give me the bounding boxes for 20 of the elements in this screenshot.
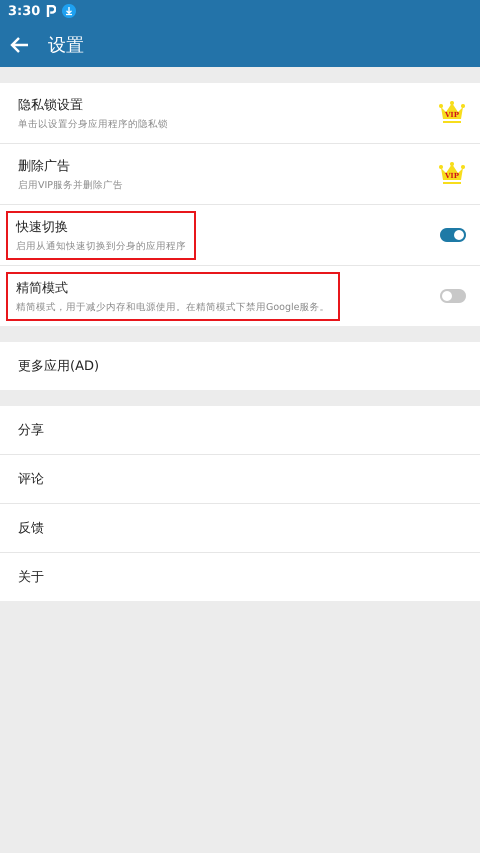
menu-item[interactable]: 更多应用(AD) [18,357,100,375]
setting-description: 单击以设置分身应用程序的隐私锁 [18,118,168,130]
status-time: 3:30 [8,4,40,18]
download-icon [62,4,76,18]
menu-item[interactable]: 分享 [18,421,44,439]
setting-description: 启用从通知快速切换到分身的应用程序 [16,240,186,252]
setting-title: 删除广告 [18,158,71,174]
parking-icon [46,5,56,17]
menu-item[interactable]: 评论 [18,470,44,488]
setting-description: 精简模式，用于减少内存和电源使用。在精简模式下禁用Google服务。 [16,300,330,314]
setting-title: 快速切换 [16,218,69,236]
page-title: 设置 [48,34,84,56]
setting-description: 启用VIP服务并删除广告 [18,178,124,192]
toggle-switch[interactable] [440,289,466,303]
menu-item[interactable]: 反馈 [18,519,44,537]
setting-title: 精简模式 [16,280,69,296]
menu-item[interactable]: 关于 [18,568,44,586]
setting-title: 隐私锁设置 [18,96,84,114]
toggle-switch[interactable] [440,228,466,242]
back-arrow-icon[interactable] [10,34,30,54]
